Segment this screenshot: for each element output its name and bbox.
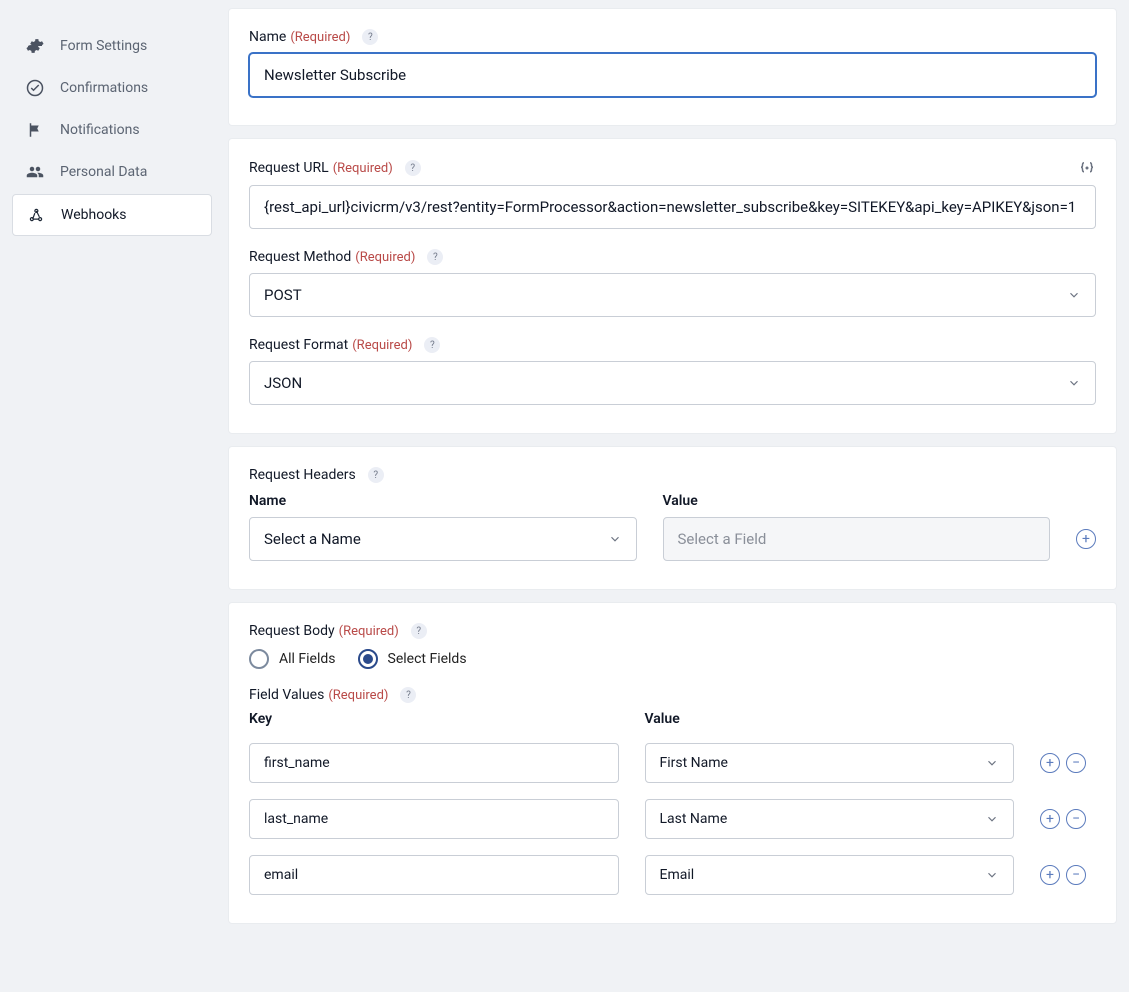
sidebar-item-label: Confirmations <box>60 80 148 96</box>
label-request-format: Request Format <box>249 337 348 353</box>
help-icon[interactable]: ? <box>368 467 384 483</box>
request-url-input[interactable] <box>249 185 1096 229</box>
field-key-input[interactable] <box>249 799 619 839</box>
required-badge: (Required) <box>333 161 393 176</box>
radio-label: Select Fields <box>388 651 467 667</box>
label-field-values: Field Values <box>249 687 324 703</box>
field-value-select[interactable]: Last Name <box>645 799 1015 839</box>
people-icon <box>26 163 44 181</box>
label-request-method: Request Method <box>249 249 351 265</box>
select-placeholder: Select a Name <box>264 530 361 548</box>
label-request-body: Request Body <box>249 623 335 639</box>
help-icon[interactable]: ? <box>400 687 416 703</box>
label-request-url: Request URL <box>249 160 329 176</box>
header-name-col: Name <box>249 493 637 509</box>
gear-icon <box>26 37 44 55</box>
remove-row-button[interactable]: − <box>1066 809 1086 829</box>
help-icon[interactable]: ? <box>424 337 440 353</box>
help-icon[interactable]: ? <box>411 623 427 639</box>
sidebar-item-form-settings[interactable]: Form Settings <box>12 26 212 66</box>
required-badge: (Required) <box>290 30 350 45</box>
card-body: Request Body (Required) ? All Fields Sel… <box>228 602 1117 924</box>
select-value: Last Name <box>660 811 728 827</box>
field-value-select[interactable]: First Name <box>645 743 1015 783</box>
sidebar-item-notifications[interactable]: Notifications <box>12 110 212 150</box>
main-content: Name (Required) ? Request URL (Required)… <box>228 8 1117 924</box>
select-value: JSON <box>264 374 302 392</box>
required-badge: (Required) <box>328 688 388 703</box>
sidebar-item-label: Personal Data <box>60 164 147 180</box>
key-col-header: Key <box>249 711 619 727</box>
request-format-select[interactable]: JSON <box>249 361 1096 405</box>
required-badge: (Required) <box>339 624 399 639</box>
app-layout: Form Settings Confirmations Notification… <box>0 0 1129 932</box>
sidebar-item-personal-data[interactable]: Personal Data <box>12 152 212 192</box>
required-badge: (Required) <box>355 250 415 265</box>
add-row-button[interactable]: + <box>1040 865 1060 885</box>
request-method-select[interactable]: POST <box>249 273 1096 317</box>
sidebar-item-label: Webhooks <box>61 207 127 223</box>
sidebar-item-label: Form Settings <box>60 38 147 54</box>
help-icon[interactable]: ? <box>405 160 421 176</box>
help-icon[interactable]: ? <box>427 249 443 265</box>
header-value-input[interactable] <box>663 517 1051 561</box>
chevron-down-icon <box>985 868 999 882</box>
help-icon[interactable]: ? <box>362 29 378 45</box>
remove-row-button[interactable]: − <box>1066 753 1086 773</box>
label-request-headers: Request Headers <box>249 467 356 483</box>
radio-icon <box>358 649 378 669</box>
select-value: Email <box>660 867 695 883</box>
chevron-down-icon <box>608 532 622 546</box>
required-badge: (Required) <box>352 338 412 353</box>
radio-select-fields[interactable]: Select Fields <box>358 649 467 669</box>
header-value-col: Value <box>663 493 1051 509</box>
webhook-icon <box>27 206 45 224</box>
radio-icon <box>249 649 269 669</box>
card-name: Name (Required) ? <box>228 8 1117 126</box>
header-name-select[interactable]: Select a Name <box>249 517 637 561</box>
chevron-down-icon <box>985 812 999 826</box>
select-value: POST <box>264 286 302 304</box>
sidebar-item-label: Notifications <box>60 122 140 138</box>
field-key-input[interactable] <box>249 855 619 895</box>
sidebar-item-webhooks[interactable]: Webhooks <box>12 194 212 236</box>
select-value: First Name <box>660 755 728 771</box>
chevron-down-icon <box>1067 288 1081 302</box>
add-header-button[interactable]: + <box>1076 529 1096 549</box>
merge-tag-icon[interactable] <box>1078 159 1096 177</box>
remove-row-button[interactable]: − <box>1066 865 1086 885</box>
label-name: Name <box>249 29 286 45</box>
radio-label: All Fields <box>279 651 336 667</box>
field-key-input[interactable] <box>249 743 619 783</box>
add-row-button[interactable]: + <box>1040 809 1060 829</box>
card-headers: Request Headers ? Name Value Select a Na… <box>228 446 1117 590</box>
name-input[interactable] <box>249 53 1096 97</box>
add-row-button[interactable]: + <box>1040 753 1060 773</box>
chevron-down-icon <box>1067 376 1081 390</box>
check-circle-icon <box>26 79 44 97</box>
sidebar: Form Settings Confirmations Notification… <box>12 8 212 924</box>
value-col-header: Value <box>645 711 1015 727</box>
chevron-down-icon <box>985 756 999 770</box>
sidebar-item-confirmations[interactable]: Confirmations <box>12 68 212 108</box>
card-request: Request URL (Required) ? Request Method … <box>228 138 1117 434</box>
field-value-select[interactable]: Email <box>645 855 1015 895</box>
radio-all-fields[interactable]: All Fields <box>249 649 336 669</box>
flag-icon <box>26 121 44 139</box>
